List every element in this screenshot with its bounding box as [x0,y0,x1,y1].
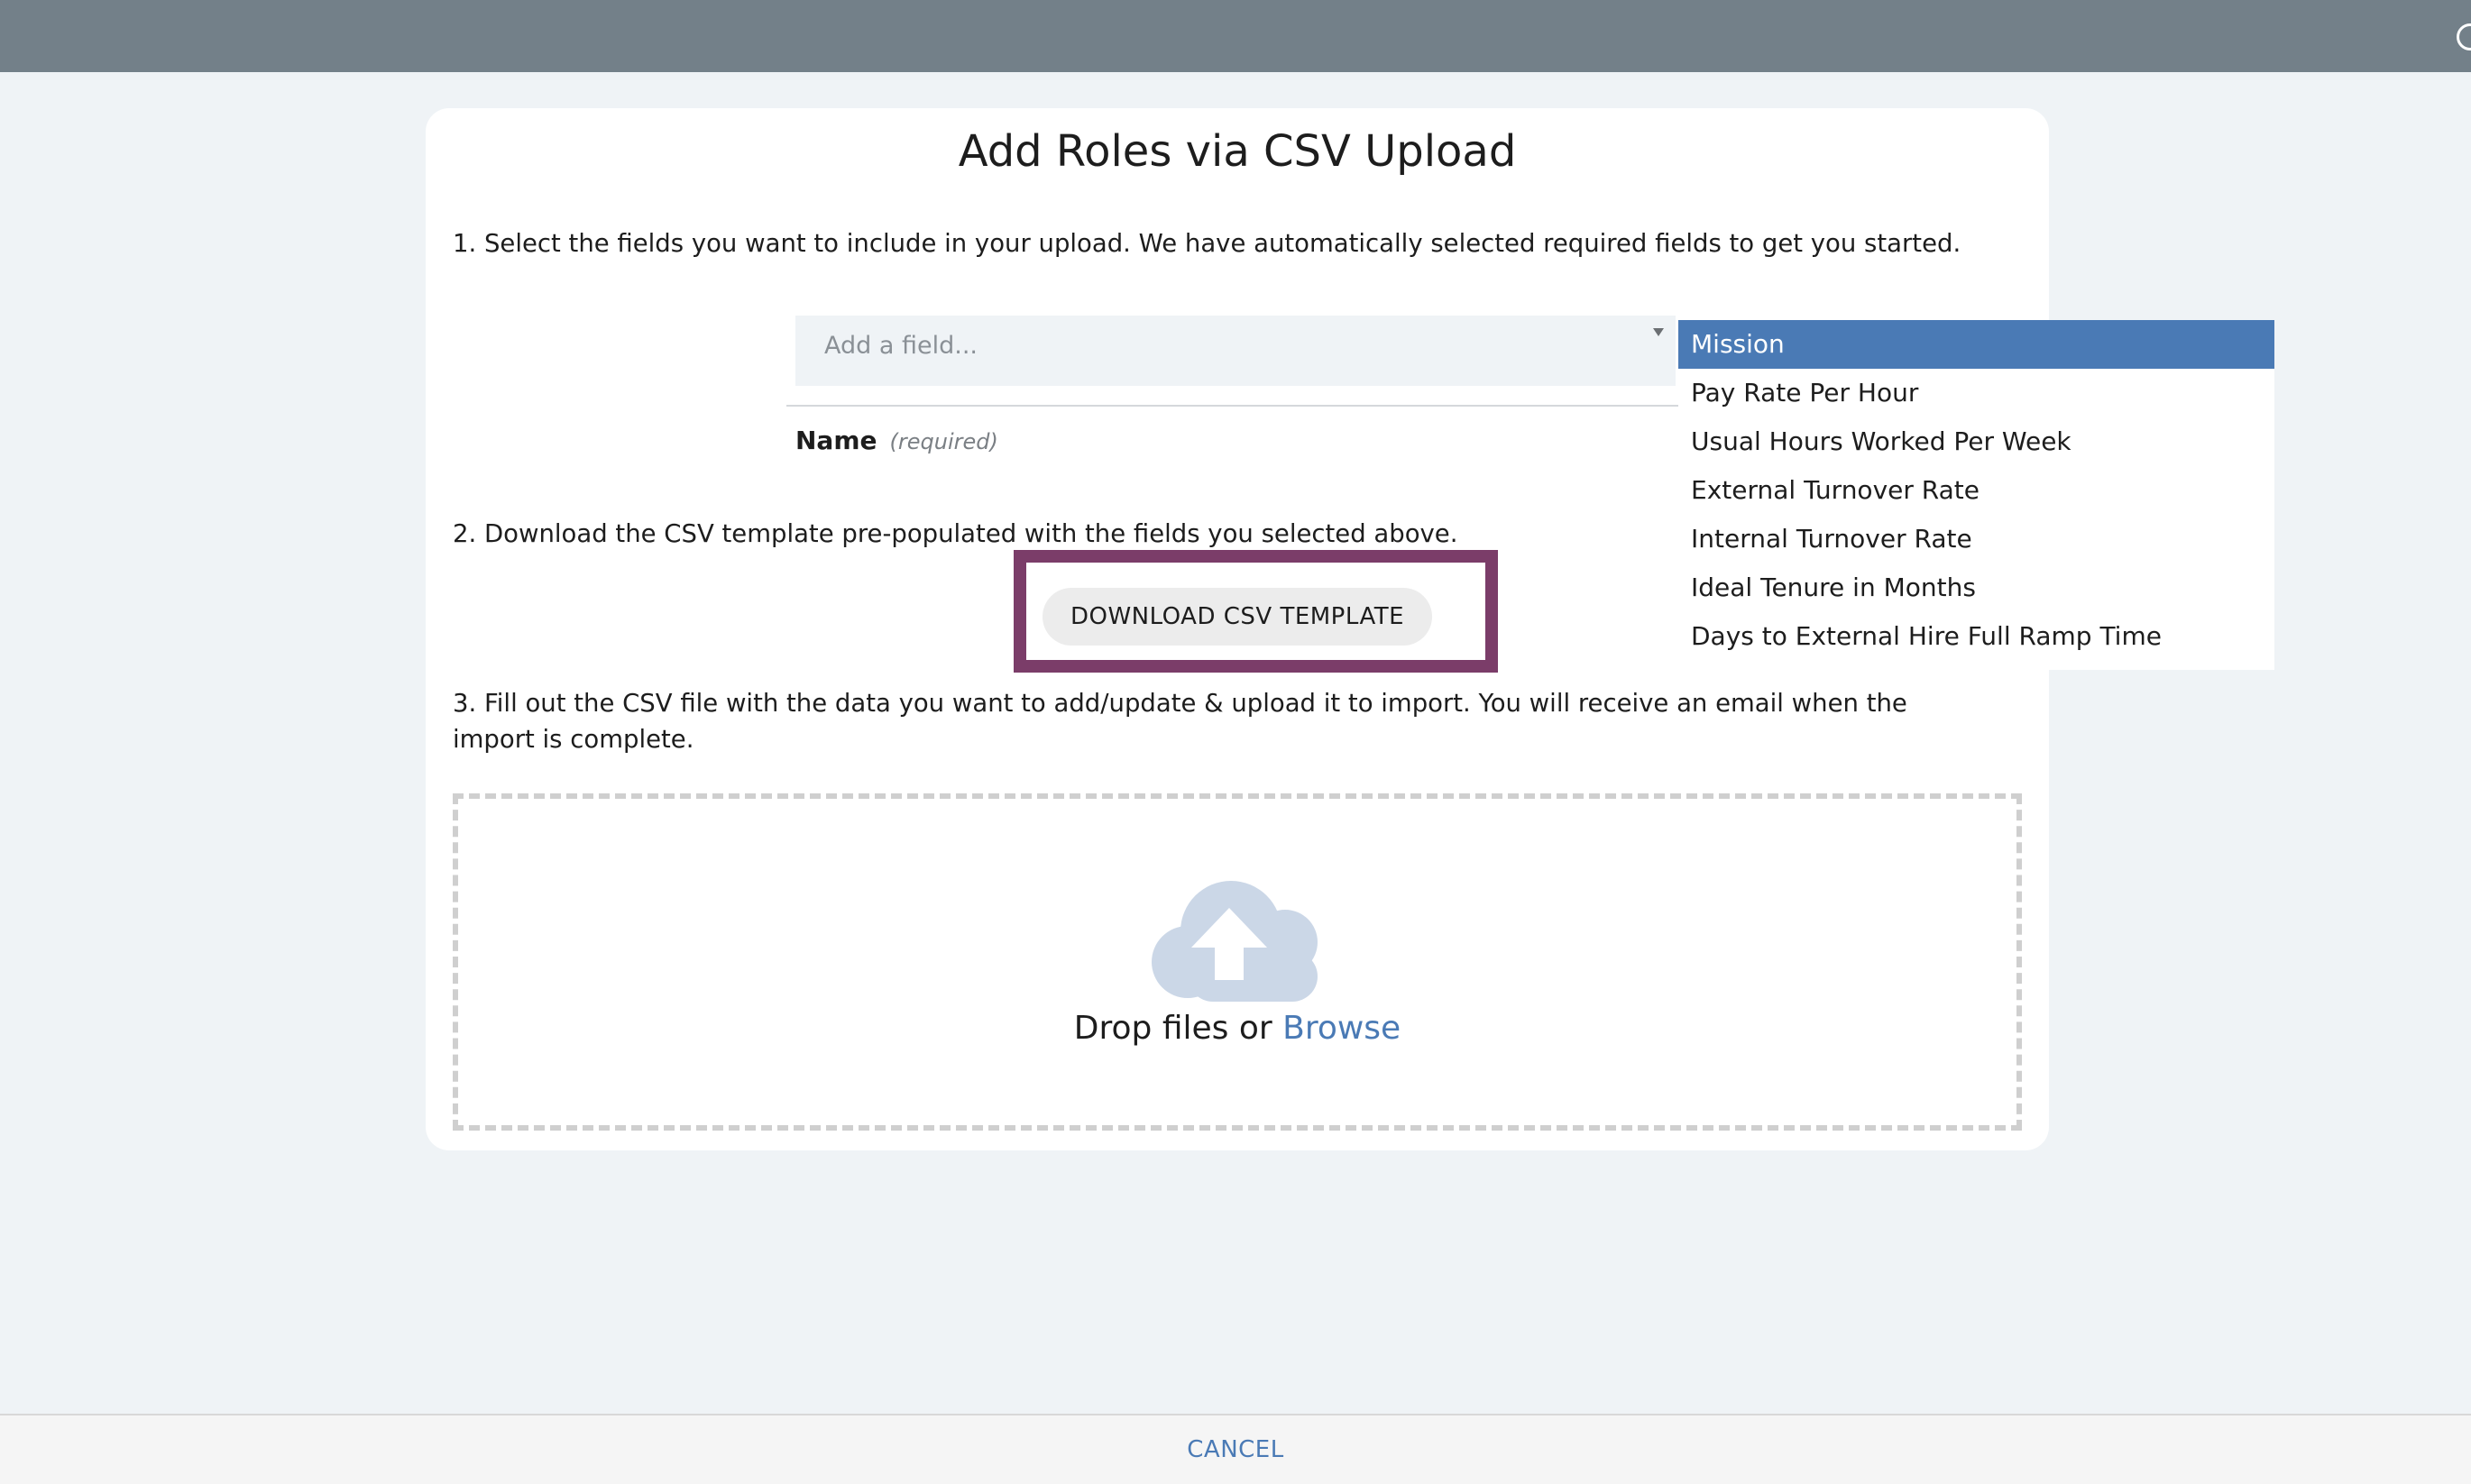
user-icon[interactable] [2457,23,2471,50]
dropdown-option-pay-rate[interactable]: Pay Rate Per Hour [1678,369,2274,417]
add-field-placeholder: Add a field... [824,332,978,360]
dropdown-option-mission[interactable]: Mission [1678,320,2274,369]
chevron-down-icon[interactable] [1653,328,1664,336]
dropdown-option-usual-hours[interactable]: Usual Hours Worked Per Week [1678,417,2274,466]
field-dropdown-list: Mission Pay Rate Per Hour Usual Hours Wo… [1678,320,2274,670]
step-3-instructions: 3. Fill out the CSV file with the data y… [453,689,1907,754]
drop-files-label: Drop files or [1073,1010,1272,1047]
download-csv-template-button[interactable]: DOWNLOAD CSV TEMPLATE [1043,588,1432,646]
add-field-select[interactable]: Add a field... [795,316,1676,386]
dropzone-text: Drop files or Browse [0,1010,2471,1047]
top-bar [0,0,2471,72]
dropdown-option-external-turnover[interactable]: External Turnover Rate [1678,466,2274,515]
selected-field-name: Name (required) [795,426,998,455]
browse-link[interactable]: Browse [1282,1010,1401,1047]
required-note: (required) [889,429,998,454]
selected-field-label: Name [795,426,877,455]
field-divider [786,405,1679,407]
dropdown-option-ideal-tenure[interactable]: Ideal Tenure in Months [1678,563,2274,612]
dropdown-option-days-to-ramp[interactable]: Days to External Hire Full Ramp Time [1678,612,2274,661]
step-1-instructions: 1. Select the fields you want to include… [453,229,1961,258]
modal-title: Add Roles via CSV Upload [958,126,1517,177]
cancel-button[interactable]: CANCEL [1145,1432,1326,1468]
cloud-upload-icon [1152,881,1318,1002]
dropdown-option-internal-turnover[interactable]: Internal Turnover Rate [1678,515,2274,563]
